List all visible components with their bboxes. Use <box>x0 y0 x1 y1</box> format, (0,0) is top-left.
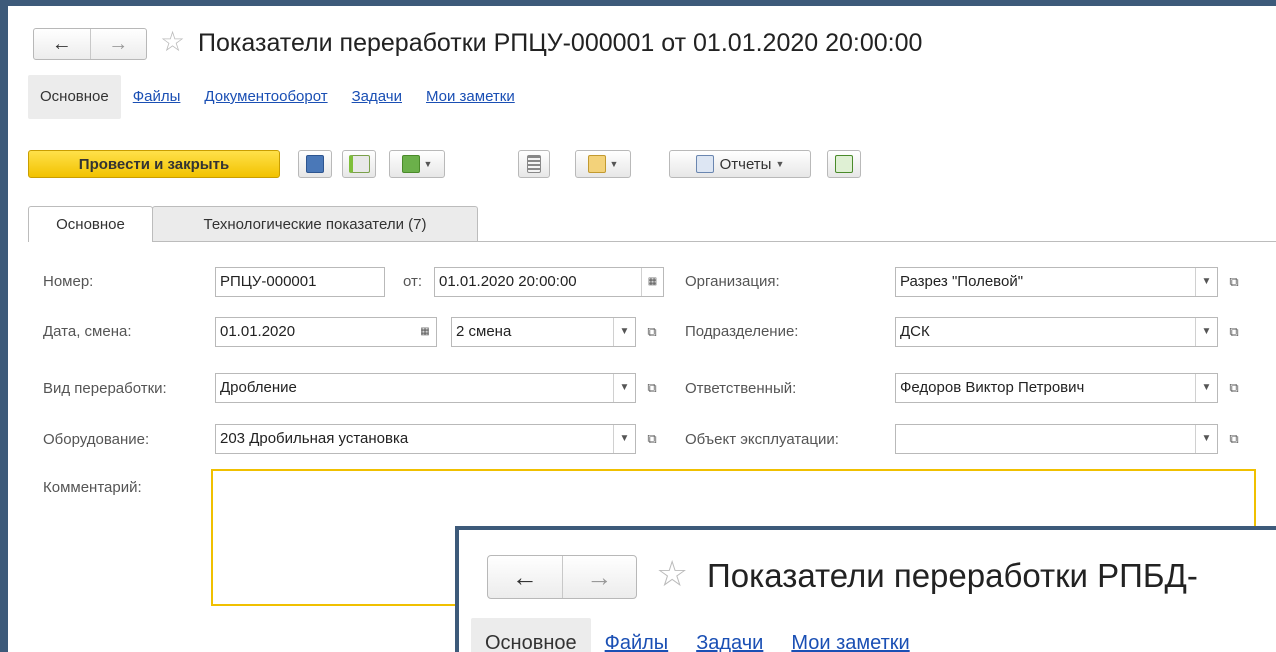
equipment-label: Оборудование: <box>43 431 150 448</box>
responsible-label: Ответственный: <box>685 380 797 397</box>
create-based-icon <box>401 155 420 173</box>
post-and-close-button[interactable]: Провести и закрыть <box>28 150 280 178</box>
chevron-down-icon: ▼ <box>609 159 619 169</box>
section-docflow[interactable]: Документооборот <box>192 75 339 119</box>
open-icon[interactable]: ⧉ <box>1222 373 1246 403</box>
chevron-down-icon: ▼ <box>775 159 785 169</box>
open-icon[interactable]: ⧉ <box>1222 317 1246 347</box>
reports-button[interactable]: Отчеты ▼ <box>669 150 811 178</box>
list-button[interactable] <box>518 150 550 178</box>
page-title: Показатели переработки РПЦУ-000001 от 01… <box>198 29 923 57</box>
overlay-section-main[interactable]: Основное <box>471 618 591 652</box>
add-icon <box>835 155 853 173</box>
calendar-icon[interactable]: ▦ <box>414 318 436 346</box>
title-bar: ← → ☆ Показатели переработки РПЦУ-000001… <box>8 6 1276 72</box>
chevron-down-icon[interactable]: ▼ <box>1195 318 1217 346</box>
save-icon <box>306 155 324 173</box>
chevron-down-icon[interactable]: ▼ <box>613 425 635 453</box>
section-tasks[interactable]: Задачи <box>340 75 414 119</box>
overlay-section-notes[interactable]: Мои заметки <box>777 618 923 652</box>
number-label: Номер: <box>43 273 94 290</box>
forward-button[interactable]: → <box>89 29 147 59</box>
open-icon[interactable]: ⧉ <box>640 317 664 347</box>
tab-main[interactable]: Основное <box>28 206 153 242</box>
department-value: ДСК <box>900 323 930 340</box>
print-icon <box>587 155 606 173</box>
operation-object-label: Объект эксплуатации: <box>685 431 839 448</box>
date-shift-label: Дата, смена: <box>43 323 132 340</box>
overlay-window: ← → ☆ Показатели переработки РПБД- Основ… <box>455 526 1276 652</box>
open-icon[interactable]: ⧉ <box>1222 267 1246 297</box>
chevron-down-icon[interactable]: ▼ <box>613 374 635 402</box>
create-based-button[interactable]: ▼ <box>389 150 445 178</box>
date-field[interactable]: 01.01.2020 ▦ <box>215 317 437 347</box>
section-nav: Основное Файлы Документооборот Задачи Мо… <box>28 75 527 119</box>
chevron-down-icon[interactable]: ▼ <box>1195 425 1217 453</box>
overlay-star-icon[interactable]: ☆ <box>656 552 688 596</box>
list-icon <box>527 155 541 173</box>
processing-type-field[interactable]: Дробление ▼ <box>215 373 636 403</box>
from-label: от: <box>403 273 423 290</box>
command-bar: Провести и закрыть ▼ ▼ Отчеты ▼ <box>28 146 1276 182</box>
section-main[interactable]: Основное <box>28 75 121 119</box>
calendar-icon[interactable]: ▦ <box>641 268 663 296</box>
overlay-title: Показатели переработки РПБД- <box>707 557 1198 594</box>
number-field[interactable]: РПЦУ-000001 <box>215 267 385 297</box>
print-button[interactable]: ▼ <box>575 150 631 178</box>
overlay-nav-buttons: ← → <box>487 555 637 599</box>
tab-strip: Основное Технологические показатели (7) <box>28 204 1276 242</box>
overlay-section-tasks[interactable]: Задачи <box>682 618 777 652</box>
overlay-section-files[interactable]: Файлы <box>591 618 683 652</box>
operation-object-field[interactable]: ▼ <box>895 424 1218 454</box>
open-icon[interactable]: ⧉ <box>640 373 664 403</box>
comment-label: Комментарий: <box>43 479 142 496</box>
overlay-section-nav: Основное Файлы Задачи Мои заметки <box>471 618 924 652</box>
overlay-back-button[interactable]: ← <box>488 556 562 598</box>
department-field[interactable]: ДСК ▼ <box>895 317 1218 347</box>
back-button[interactable]: ← <box>34 29 90 59</box>
tab-tech-indicators[interactable]: Технологические показатели (7) <box>152 206 478 241</box>
overlay-forward-button[interactable]: → <box>561 556 637 598</box>
date-value: 01.01.2020 <box>220 323 296 340</box>
post-button[interactable] <box>342 150 376 178</box>
section-files[interactable]: Файлы <box>121 75 193 119</box>
from-date-field[interactable]: 01.01.2020 20:00:00 ▦ <box>434 267 664 297</box>
department-label: Подразделение: <box>685 323 799 340</box>
favorite-star-icon[interactable]: ☆ <box>160 26 185 58</box>
organization-label: Организация: <box>685 273 780 290</box>
add-button[interactable] <box>827 150 861 178</box>
chevron-down-icon[interactable]: ▼ <box>613 318 635 346</box>
shift-field[interactable]: 2 смена ▼ <box>451 317 636 347</box>
organization-field[interactable]: Разрез "Полевой" ▼ <box>895 267 1218 297</box>
open-icon[interactable]: ⧉ <box>640 424 664 454</box>
chevron-down-icon[interactable]: ▼ <box>1195 374 1217 402</box>
open-icon[interactable]: ⧉ <box>1222 424 1246 454</box>
section-notes[interactable]: Мои заметки <box>414 75 527 119</box>
processing-type-value: Дробление <box>220 379 297 396</box>
equipment-field[interactable]: 203 Дробильная установка ▼ <box>215 424 636 454</box>
chevron-down-icon[interactable]: ▼ <box>1195 268 1217 296</box>
processing-type-label: Вид переработки: <box>43 380 167 397</box>
responsible-value: Федоров Виктор Петрович <box>900 379 1085 396</box>
organization-value: Разрез "Полевой" <box>900 273 1024 290</box>
nav-buttons: ← → <box>33 28 147 60</box>
post-icon <box>348 155 370 173</box>
save-button[interactable] <box>298 150 332 178</box>
reports-icon <box>695 155 714 173</box>
responsible-field[interactable]: Федоров Виктор Петрович ▼ <box>895 373 1218 403</box>
chevron-down-icon: ▼ <box>423 159 433 169</box>
from-date-value: 01.01.2020 20:00:00 <box>439 273 577 290</box>
equipment-value: 203 Дробильная установка <box>220 430 409 447</box>
shift-value: 2 смена <box>456 323 512 340</box>
reports-label: Отчеты <box>719 155 772 173</box>
